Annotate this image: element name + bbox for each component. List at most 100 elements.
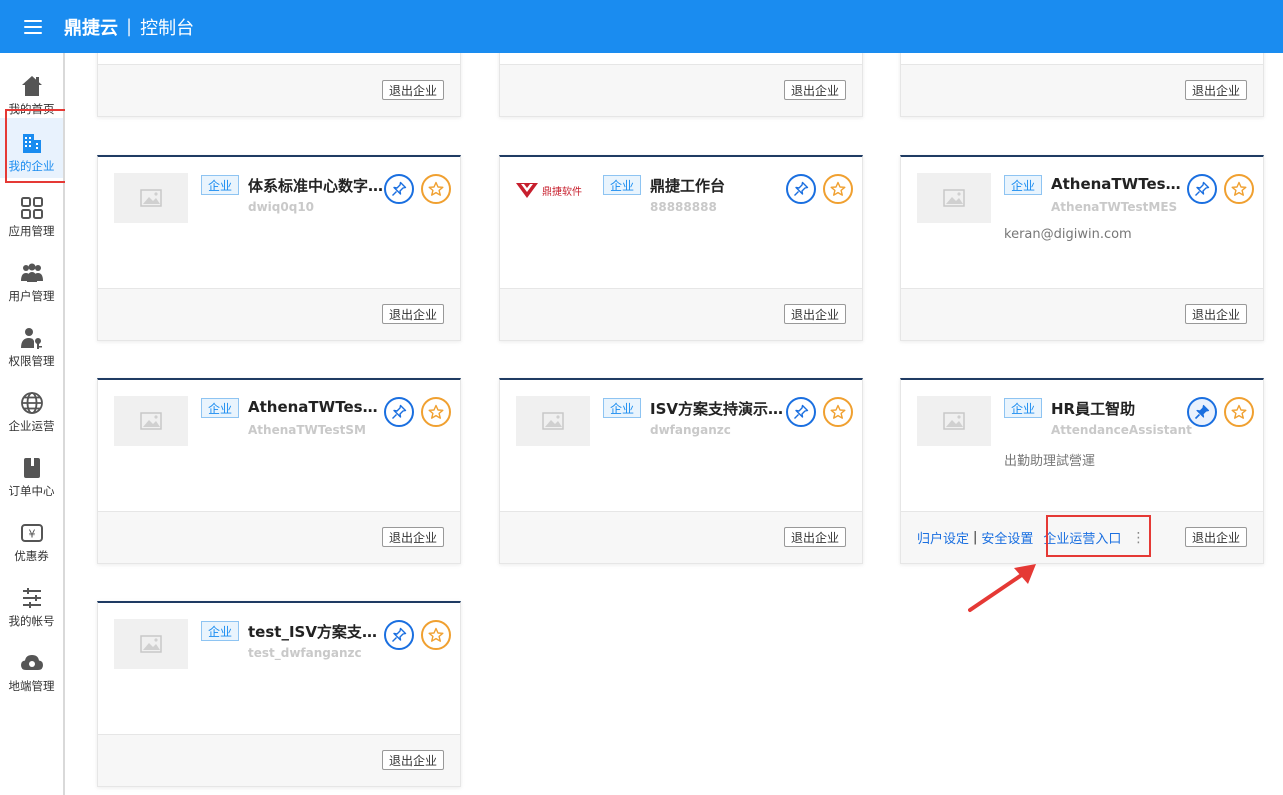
pin-icon: [1195, 181, 1210, 196]
pin-icon: [392, 181, 407, 196]
pin-button[interactable]: [384, 397, 414, 427]
enterprise-card[interactable]: 企业 AthenaTWTestSM AthenaTWTestSM 退出企业: [97, 378, 461, 564]
exit-enterprise-button[interactable]: 退出企业: [1184, 80, 1247, 100]
sidebar-item-order-center[interactable]: 订单中心: [0, 443, 63, 503]
image-placeholder-icon: [917, 396, 991, 446]
card-footer: 退出企业: [98, 511, 460, 563]
sidebar-item-coupons[interactable]: ¥ 优惠券: [0, 508, 63, 568]
sidebar-item-on-premise-management[interactable]: 地端管理: [0, 638, 63, 698]
enterprise-description: keran@digiwin.com: [1004, 227, 1132, 242]
exit-enterprise-button[interactable]: 退出企业: [381, 304, 444, 324]
exit-enterprise-button[interactable]: 退出企业: [381, 80, 444, 100]
card-footer: 退出企业: [98, 734, 460, 786]
brand-name: 鼎捷云: [64, 17, 118, 39]
favorite-button[interactable]: [1224, 397, 1254, 427]
favorite-button[interactable]: [421, 620, 451, 650]
security-settings-link[interactable]: 安全设置: [981, 528, 1033, 547]
exit-enterprise-button[interactable]: 退出企业: [1184, 304, 1247, 324]
enterprise-name: AthenaTWTestSM: [248, 398, 384, 416]
favorite-button[interactable]: [1224, 174, 1254, 204]
svg-text:¥: ¥: [28, 528, 35, 541]
page-title: 控制台: [140, 17, 195, 39]
pin-button[interactable]: [786, 174, 816, 204]
enterprise-card[interactable]: 企业 test_ISV方案支持演示 test_dwfanganzc 退出企业: [97, 601, 461, 787]
exit-enterprise-button[interactable]: 退出企业: [783, 304, 846, 324]
sidebar-item-label: 用户管理: [8, 289, 55, 303]
card-footer: 退出企业: [98, 64, 460, 116]
pin-button[interactable]: [786, 397, 816, 427]
pin-icon: [1194, 404, 1210, 420]
digiwin-logo: 鼎捷软件: [516, 175, 596, 205]
enterprise-tag: 企业: [201, 621, 239, 641]
exit-enterprise-button[interactable]: 退出企业: [381, 527, 444, 547]
enterprise-card[interactable]: 鼎捷软件 企业 鼎捷工作台 88888888 退出企业: [499, 155, 863, 341]
image-placeholder-icon: [114, 619, 188, 669]
highlight-box-operations-entry: [1046, 515, 1151, 557]
cloud-icon: [20, 655, 43, 670]
star-icon: [1231, 404, 1247, 419]
exit-enterprise-button[interactable]: 退出企业: [783, 527, 846, 547]
user-key-icon: [20, 328, 42, 349]
home-icon: [21, 76, 42, 96]
enterprise-tag: 企业: [1004, 398, 1042, 418]
sidebar-item-enterprise-operations[interactable]: 企业运营: [0, 378, 63, 438]
exit-enterprise-button[interactable]: 退出企业: [783, 80, 846, 100]
exit-enterprise-button[interactable]: 退出企业: [381, 750, 444, 770]
sidebar-item-label: 地端管理: [8, 679, 55, 693]
favorite-button[interactable]: [823, 397, 853, 427]
enterprise-card[interactable]: 企业 ISV方案支持演示企业 dwfanganzc 退出企业: [499, 378, 863, 564]
sidebar-item-permission-management[interactable]: 权限管理: [0, 313, 63, 373]
sidebar-item-label: 优惠券: [14, 549, 49, 563]
users-icon: [20, 263, 43, 282]
image-placeholder-icon: [917, 173, 991, 223]
star-icon: [1231, 181, 1247, 196]
sidebar-item-app-management[interactable]: 应用管理: [0, 183, 63, 243]
enterprise-tag: 企业: [603, 398, 641, 418]
enterprise-description: 出勤助理試營運: [1004, 454, 1096, 469]
pin-button[interactable]: [1187, 174, 1217, 204]
favorite-button[interactable]: [823, 174, 853, 204]
star-icon: [428, 181, 444, 196]
sidebar-item-my-account[interactable]: 我的帐号: [0, 573, 63, 633]
sidebar-item-label: 我的帐号: [8, 614, 55, 628]
image-placeholder-icon: [114, 173, 188, 223]
enterprise-card[interactable]: 企业 AthenaTWTestMES AthenaTWTestMES keran…: [900, 155, 1264, 341]
pin-icon: [794, 404, 809, 419]
sidebar-item-user-management[interactable]: 用户管理: [0, 248, 63, 308]
enterprise-tag: 企业: [201, 398, 239, 418]
card-footer: 退出企业: [98, 288, 460, 340]
sliders-icon: [22, 588, 41, 608]
globe-icon: [20, 392, 43, 414]
enterprise-card-partial: 退出企业: [499, 53, 863, 117]
image-placeholder-icon: [114, 396, 188, 446]
card-footer: 退出企业: [500, 64, 862, 116]
sidebar-item-label: 权限管理: [8, 354, 55, 368]
sidebar-item-label: 应用管理: [8, 224, 55, 238]
enterprise-id: AthenaTWTestSM: [248, 423, 366, 437]
favorite-button[interactable]: [421, 397, 451, 427]
pin-button[interactable]: [384, 620, 414, 650]
app-grid-icon: [20, 197, 43, 219]
enterprise-id: dwiq0q10: [248, 200, 315, 214]
book-icon: [23, 458, 40, 478]
enterprise-id: test_dwfanganzc: [248, 646, 362, 660]
enterprise-id: AthenaTWTestMES: [1051, 200, 1178, 214]
favorite-button[interactable]: [421, 174, 451, 204]
account-binding-link[interactable]: 归户设定: [917, 528, 969, 547]
coupon-icon: ¥: [20, 524, 43, 542]
star-icon: [428, 627, 444, 642]
sidebar-item-label: 企业运营: [8, 419, 55, 433]
pin-button[interactable]: [384, 174, 414, 204]
pin-button-active[interactable]: [1187, 397, 1217, 427]
enterprise-card[interactable]: 企业 体系标准中心数字化... dwiq0q10 退出企业: [97, 155, 461, 341]
enterprise-name: AthenaTWTestMES: [1051, 175, 1187, 193]
enterprise-card-partial: 退出企业: [97, 53, 461, 117]
exit-enterprise-button[interactable]: 退出企业: [1184, 527, 1247, 547]
sidebar: 我的首页 我的企业 应用管理 用户管理 权限管理 企业运营 订单中心 ¥ 优惠券…: [0, 53, 78, 795]
image-placeholder-icon: [516, 396, 590, 446]
enterprise-name: 鼎捷工作台: [650, 177, 726, 195]
hamburger-menu-icon[interactable]: [24, 19, 42, 34]
enterprise-tag: 企业: [201, 175, 239, 195]
enterprise-tag: 企业: [603, 175, 641, 195]
enterprise-id: AttendanceAssistant: [1051, 423, 1192, 437]
